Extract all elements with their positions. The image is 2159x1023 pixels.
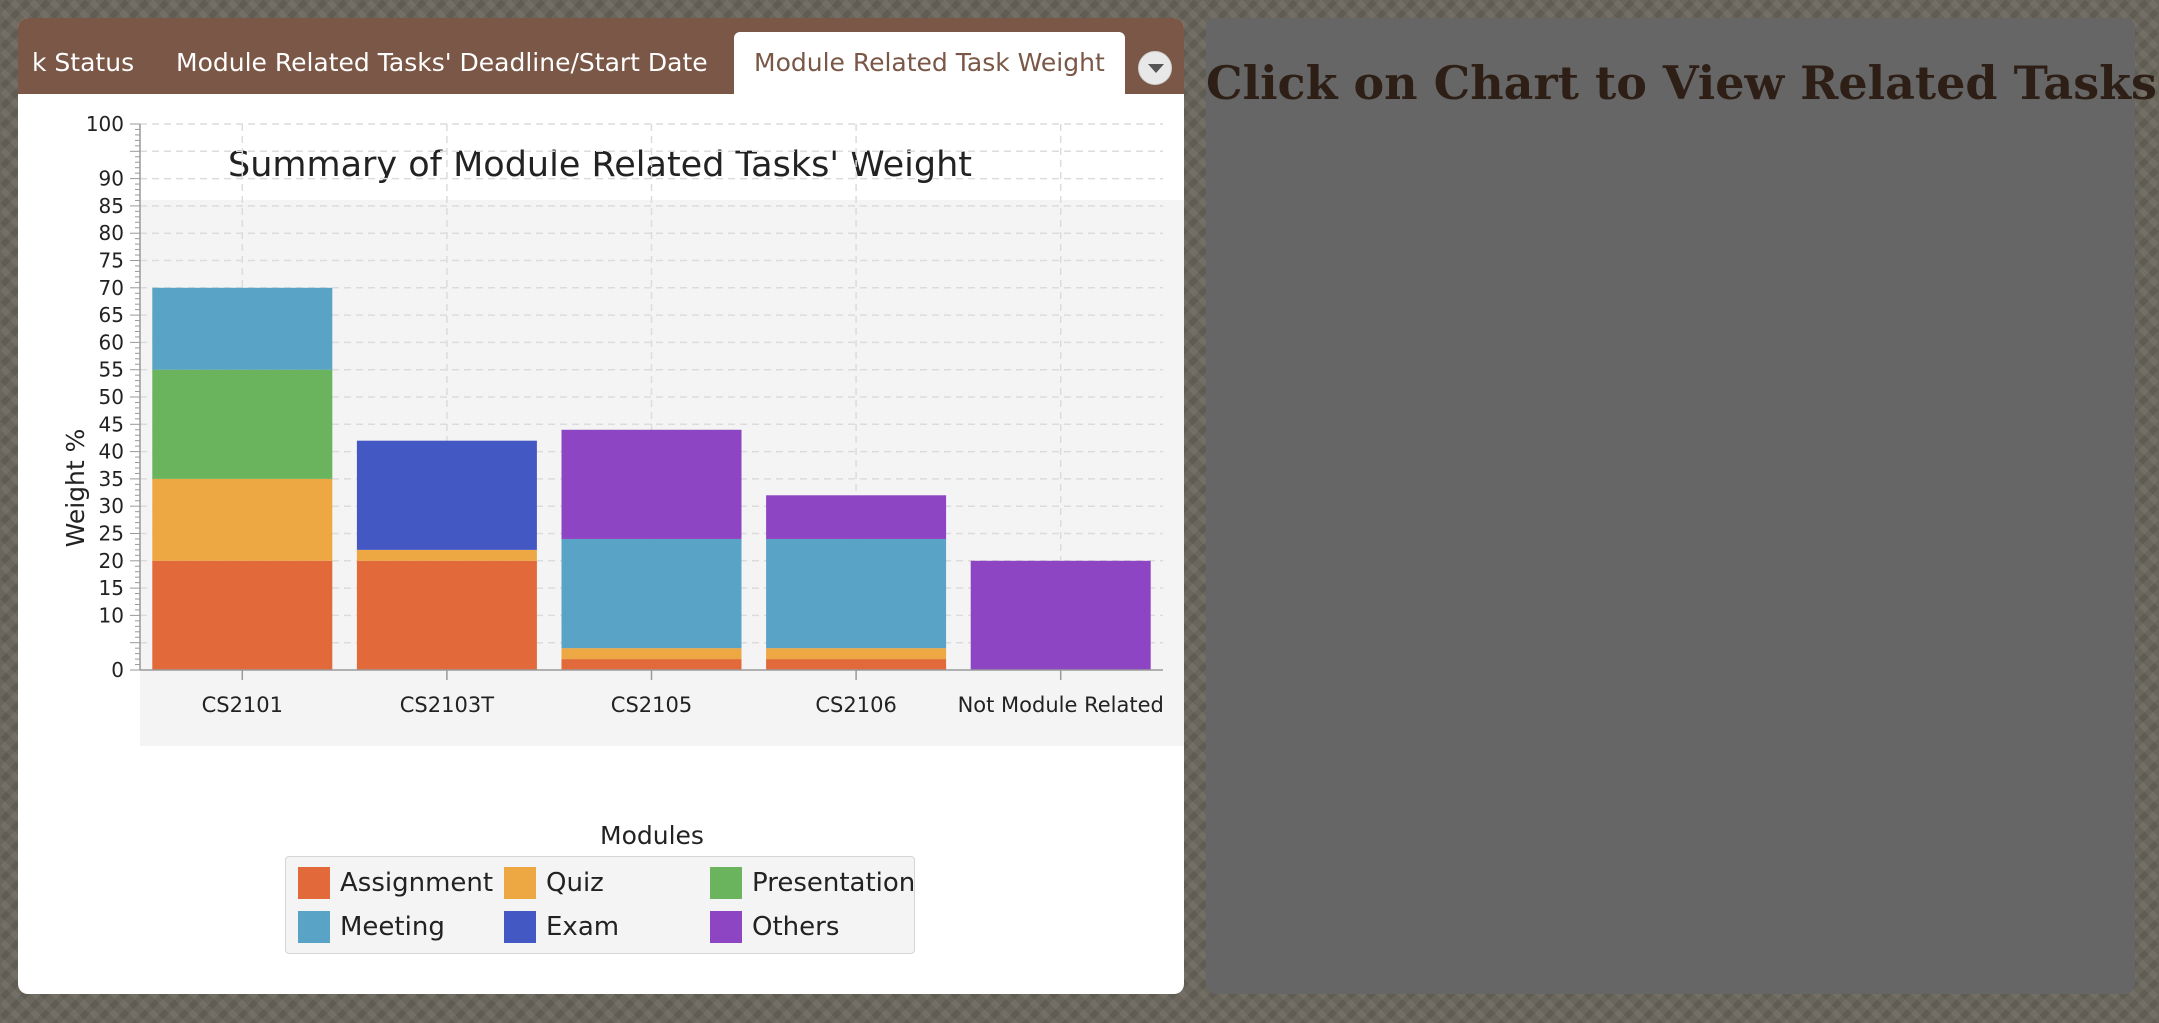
- related-tasks-title: Click on Chart to View Related Tasks: [1206, 56, 2157, 110]
- bar-segment-others[interactable]: [766, 495, 947, 539]
- y-tick-label: 35: [99, 467, 124, 491]
- y-tick-label: 10: [99, 603, 124, 627]
- legend-swatch: [298, 867, 330, 899]
- y-tick-label: 40: [99, 440, 124, 464]
- x-tick-label: CS2106: [815, 693, 896, 717]
- bar-segment-meeting[interactable]: [152, 287, 333, 370]
- y-tick-label: 50: [99, 385, 124, 409]
- bar-segment-others[interactable]: [970, 560, 1151, 670]
- legend-swatch: [710, 867, 742, 899]
- y-tick-label: 80: [99, 221, 124, 245]
- legend-swatch: [298, 911, 330, 943]
- chevron-down-icon[interactable]: [1138, 51, 1172, 85]
- legend-label: Others: [752, 912, 840, 942]
- bar-segment-assignment[interactable]: [356, 560, 537, 670]
- bar-segment-exam[interactable]: [356, 440, 537, 550]
- tab-deadline-start-date[interactable]: Module Related Tasks' Deadline/Start Dat…: [176, 32, 708, 94]
- y-tick-label: 60: [99, 330, 124, 354]
- tab-bar: k Status Module Related Tasks' Deadline/…: [18, 18, 1184, 94]
- y-tick-label: 25: [99, 522, 124, 546]
- weight-chart[interactable]: Summary of Module Related Tasks' Weight …: [18, 94, 1184, 854]
- legend-swatch: [504, 911, 536, 943]
- y-tick-label: 20: [99, 549, 124, 573]
- y-tick-label: 65: [99, 303, 124, 327]
- chart-legend: Assignment Quiz Presentation Meeting Exam Oth…: [285, 856, 915, 954]
- bar-segment-assignment[interactable]: [561, 659, 742, 670]
- bar-segment-quiz[interactable]: [766, 648, 947, 660]
- bar-segment-others[interactable]: [561, 429, 742, 539]
- y-tick-label: 70: [99, 276, 124, 300]
- bar-segment-assignment[interactable]: [766, 659, 947, 670]
- x-axis-label: Modules: [600, 821, 704, 850]
- bar-segment-meeting[interactable]: [561, 538, 742, 649]
- legend-swatch: [504, 867, 536, 899]
- bar-segment-presentation[interactable]: [152, 369, 333, 479]
- legend-label: Meeting: [340, 912, 445, 942]
- tab-task-weight[interactable]: Module Related Task Weight: [734, 32, 1125, 94]
- legend-label: Presentation: [752, 868, 916, 898]
- y-tick-label: 90: [99, 167, 124, 191]
- x-tick-label: CS2105: [611, 693, 692, 717]
- bar-segment-meeting[interactable]: [766, 538, 947, 649]
- bar-segment-quiz[interactable]: [356, 549, 537, 561]
- y-tick-label: 0: [111, 658, 124, 682]
- bar-segment-quiz[interactable]: [152, 478, 333, 561]
- y-tick-label: 30: [99, 494, 124, 518]
- legend-label: Quiz: [546, 868, 604, 898]
- y-tick-label: 85: [99, 194, 124, 218]
- tab-task-status[interactable]: k Status: [32, 32, 134, 94]
- x-tick-label: CS2103T: [400, 693, 494, 717]
- legend-label: Exam: [546, 912, 620, 942]
- x-tick-label: Not Module Related: [958, 693, 1164, 717]
- y-tick-label: 45: [99, 412, 124, 436]
- y-tick-label: 100: [86, 112, 124, 136]
- legend-swatch: [710, 911, 742, 943]
- left-panel: k Status Module Related Tasks' Deadline/…: [18, 18, 1184, 994]
- x-tick-label: CS2101: [202, 693, 283, 717]
- bar-segment-quiz[interactable]: [561, 648, 742, 660]
- related-tasks-panel: Click on Chart to View Related Tasks: [1206, 18, 2157, 994]
- legend-label: Assignment: [340, 868, 494, 898]
- y-tick-label: 55: [99, 358, 124, 382]
- y-tick-label: 15: [99, 576, 124, 600]
- bar-segment-assignment[interactable]: [152, 560, 333, 670]
- y-axis-label: Weight %: [61, 429, 90, 548]
- y-tick-label: 75: [99, 249, 124, 273]
